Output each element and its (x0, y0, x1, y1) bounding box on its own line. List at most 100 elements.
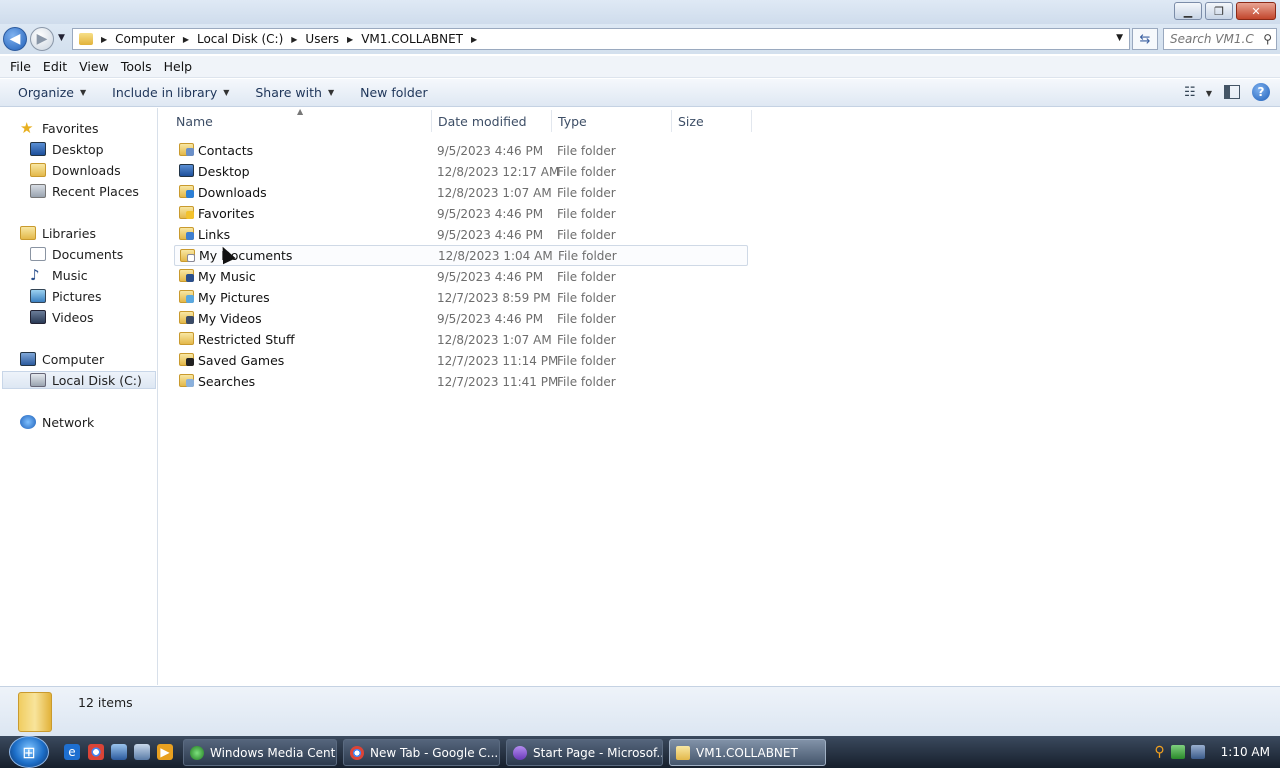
nav-local-disk[interactable]: Local Disk (C:) (2, 371, 156, 389)
file-date: 12/8/2023 1:07 AM (437, 332, 552, 347)
show-desktop-icon[interactable] (111, 744, 127, 760)
close-button[interactable]: ✕ (1236, 2, 1276, 20)
start-button[interactable]: ⊞ (9, 736, 49, 768)
column-header-name[interactable]: Name (170, 110, 432, 132)
new-folder-button[interactable]: New folder (352, 85, 436, 100)
maximize-button[interactable]: ❐ (1205, 2, 1233, 20)
taskbar: ⊞ e ▶ Windows Media Cent... New Tab - Go… (0, 736, 1280, 768)
nav-libraries[interactable]: Libraries (20, 224, 96, 242)
recent-pages-dropdown[interactable]: ▼ (58, 33, 65, 43)
file-name: My Videos (198, 311, 262, 326)
address-dropdown-icon[interactable]: ▼ (1116, 33, 1123, 43)
file-row-my-videos[interactable]: My Videos 9/5/2023 4:46 PM File folder (174, 308, 748, 329)
documents-icon (30, 247, 46, 261)
taskbar-item-explorer[interactable]: VM1.COLLABNET (669, 739, 826, 766)
file-date: 12/7/2023 8:59 PM (437, 290, 551, 305)
breadcrumb-local-disk[interactable]: Local Disk (C:) (197, 32, 283, 46)
file-row-my-pictures[interactable]: My Pictures 12/7/2023 8:59 PM File folde… (174, 287, 748, 308)
nav-downloads[interactable]: Downloads (30, 161, 121, 179)
nav-videos[interactable]: Videos (30, 308, 94, 326)
column-header-size[interactable]: Size (672, 110, 752, 132)
minimize-button[interactable]: ▁ (1174, 2, 1202, 20)
music-icon: ♪ (30, 266, 40, 284)
drive-icon (30, 373, 46, 387)
file-name: My Documents (199, 248, 293, 263)
details-pane: 12 items (0, 686, 1280, 736)
file-name: Favorites (198, 206, 255, 221)
file-row-searches[interactable]: Searches 12/7/2023 11:41 PM File folder (174, 371, 748, 392)
folder-icon (676, 745, 690, 760)
switch-windows-icon[interactable] (134, 744, 150, 760)
preview-pane-icon[interactable] (1224, 85, 1240, 99)
file-row-saved-games[interactable]: Saved Games 12/7/2023 11:14 PM File fold… (174, 350, 748, 371)
file-row-favorites[interactable]: Favorites 9/5/2023 4:46 PM File folder (174, 203, 748, 224)
breadcrumb-computer[interactable]: Computer (115, 32, 175, 46)
nav-documents[interactable]: Documents (30, 245, 123, 263)
item-count: 12 items (78, 695, 133, 710)
address-bar[interactable]: ▶ Computer ▶ Local Disk (C:) ▶ Users ▶ V… (72, 28, 1130, 50)
file-row-my-music[interactable]: My Music 9/5/2023 4:46 PM File folder (174, 266, 748, 287)
search-icon[interactable]: ⚲ (1263, 32, 1272, 46)
menu-help[interactable]: Help (158, 59, 199, 74)
file-row-restricted-stuff[interactable]: Restricted Stuff 12/8/2023 1:07 AM File … (174, 329, 748, 350)
search-icon[interactable]: ⚲ (1154, 744, 1164, 760)
file-date: 12/7/2023 11:41 PM (437, 374, 559, 389)
pictures-icon (30, 289, 46, 303)
network-status-icon[interactable] (1170, 745, 1185, 759)
menu-file[interactable]: File (4, 59, 37, 74)
chevron-right-icon[interactable]: ▶ (183, 35, 189, 44)
nav-label: Network (42, 414, 95, 430)
chevron-right-icon[interactable]: ▶ (101, 35, 107, 44)
back-button[interactable]: ◀ (3, 27, 27, 51)
nav-desktop[interactable]: Desktop (30, 140, 104, 158)
include-in-library-button[interactable]: Include in library ▼ (104, 85, 237, 100)
chevron-right-icon[interactable]: ▶ (471, 35, 477, 44)
include-label: Include in library (112, 85, 218, 100)
help-icon[interactable]: ? (1252, 83, 1270, 101)
organize-button[interactable]: Organize ▼ (10, 85, 94, 100)
share-with-button[interactable]: Share with ▼ (247, 85, 342, 100)
forward-button[interactable]: ▶ (30, 27, 54, 51)
star-icon: ★ (20, 119, 34, 137)
change-view-button[interactable]: ☷ ▼ (1184, 85, 1212, 100)
media-player-icon[interactable]: ▶ (157, 744, 173, 760)
command-bar: Organize ▼ Include in library ▼ Share with… (0, 79, 1280, 107)
clock[interactable]: 1:10 AM (1221, 745, 1270, 759)
breadcrumb-vm1-collabnet[interactable]: VM1.COLLABNET (361, 32, 463, 46)
nav-pictures[interactable]: Pictures (30, 287, 102, 305)
search-input[interactable] (1170, 32, 1254, 46)
pictures-folder-icon (179, 290, 194, 303)
nav-favorites[interactable]: ★ Favorites (20, 119, 98, 137)
nav-computer[interactable]: Computer (20, 350, 104, 368)
nav-network[interactable]: Network (20, 413, 94, 431)
nav-music[interactable]: ♪ Music (30, 266, 88, 284)
nav-recent-places[interactable]: Recent Places (30, 182, 139, 200)
menu-tools[interactable]: Tools (115, 59, 158, 74)
file-row-contacts[interactable]: Contacts 9/5/2023 4:46 PM File folder (174, 140, 748, 161)
column-header-date-modified[interactable]: Date modified (432, 110, 552, 132)
file-row-links[interactable]: Links 9/5/2023 4:46 PM File folder (174, 224, 748, 245)
search-box[interactable]: ⚲ (1163, 28, 1277, 50)
refresh-button[interactable]: ⇆ (1132, 28, 1158, 50)
menu-edit[interactable]: Edit (37, 59, 73, 74)
menu-view[interactable]: View (73, 59, 115, 74)
connection-icon[interactable] (1190, 745, 1205, 759)
contacts-folder-icon (179, 143, 194, 156)
taskbar-item-windows-media-center[interactable]: Windows Media Cent... (183, 739, 337, 766)
chevron-down-icon: ▼ (80, 88, 87, 97)
nav-label: Computer (42, 351, 105, 367)
taskbar-item-chrome[interactable]: New Tab - Google C... (343, 739, 500, 766)
chevron-right-icon[interactable]: ▶ (291, 35, 297, 44)
internet-explorer-icon[interactable]: e (64, 744, 80, 760)
taskbar-item-label: New Tab - Google C... (370, 745, 499, 760)
navigation-pane: ★ Favorites Desktop Downloads Recent Pla… (0, 108, 158, 685)
breadcrumb-users[interactable]: Users (305, 32, 339, 46)
file-date: 12/8/2023 1:04 AM (438, 248, 553, 263)
file-row-downloads[interactable]: Downloads 12/8/2023 1:07 AM File folder (174, 182, 748, 203)
file-row-desktop[interactable]: Desktop 12/8/2023 12:17 AM File folder (174, 161, 748, 182)
column-header-type[interactable]: Type (552, 110, 672, 132)
taskbar-item-start-page[interactable]: Start Page - Microsof... (506, 739, 663, 766)
chrome-icon[interactable] (88, 744, 104, 760)
file-row-my-documents[interactable]: My Documents 12/8/2023 1:04 AM File fold… (174, 245, 748, 266)
chevron-right-icon[interactable]: ▶ (347, 35, 353, 44)
